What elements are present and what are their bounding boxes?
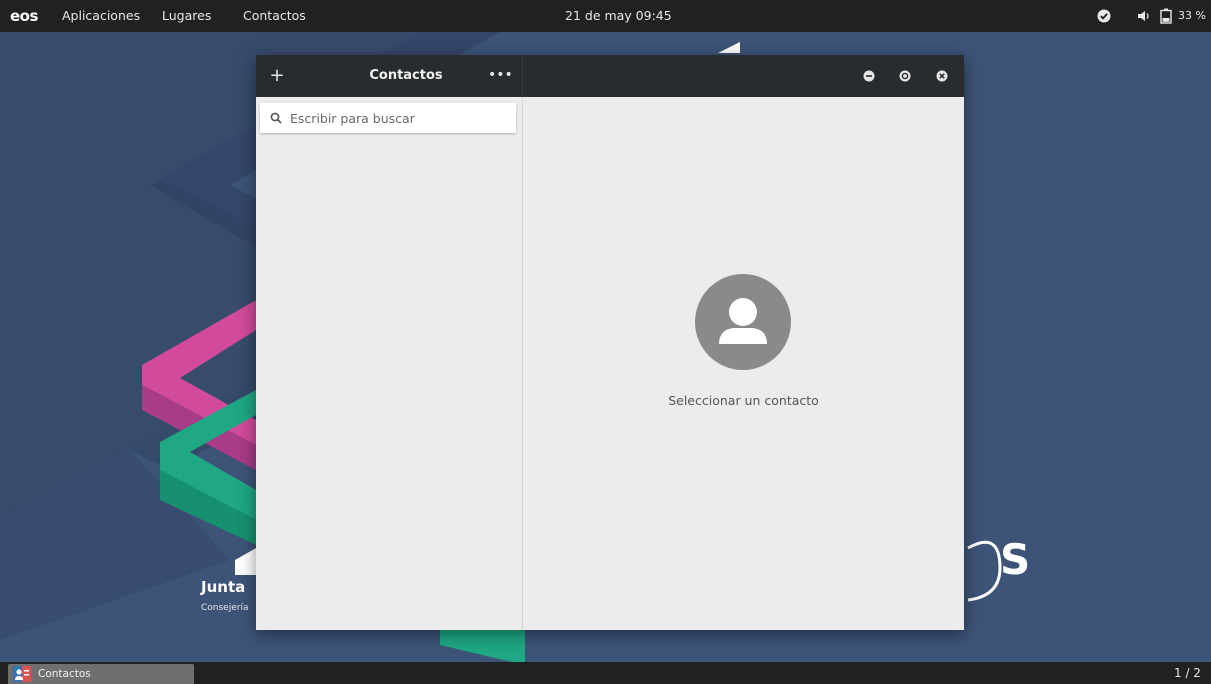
wallpaper-text-consejeria: Consejería (201, 603, 249, 613)
person-avatar-icon (695, 274, 791, 370)
minimize-button[interactable] (862, 69, 876, 83)
contacts-app-icon (13, 666, 31, 682)
headerbar: + Contactos ••• (256, 55, 964, 97)
contacts-sidebar (256, 97, 523, 630)
wallpaper-text-junta: Junta (201, 578, 246, 596)
battery-percentage: 33 % (1178, 9, 1206, 22)
close-button[interactable] (935, 69, 949, 83)
applications-menu[interactable]: Aplicaciones (62, 0, 140, 32)
wallpaper-letter-s: S (1000, 535, 1031, 584)
check-circle-icon[interactable] (1097, 0, 1111, 32)
contacts-window: + Contactos ••• Escribir para buscar Sel… (256, 55, 964, 630)
search-input[interactable] (290, 103, 510, 133)
more-options-button[interactable]: ••• (488, 65, 513, 87)
volume-icon[interactable] (1137, 0, 1151, 32)
headerbar-divider (522, 55, 523, 97)
window-title: Contactos (369, 68, 443, 83)
add-contact-button[interactable]: + (266, 65, 288, 87)
taskbar-item-label: Contactos (38, 668, 91, 680)
eos-logo[interactable]: eos (10, 0, 38, 32)
battery-icon[interactable] (1160, 0, 1172, 32)
plus-icon: + (269, 65, 285, 86)
search-box[interactable] (260, 103, 516, 133)
places-menu[interactable]: Lugares (162, 0, 211, 32)
top-panel: eos Aplicaciones Lugares Contactos 21 de… (0, 0, 1211, 32)
bottom-panel: Contactos 1 / 2 (0, 662, 1211, 684)
more-horizontal-icon: ••• (488, 67, 513, 83)
taskbar-item-contacts[interactable]: Contactos (8, 664, 194, 684)
active-app-menu[interactable]: Contactos (243, 0, 306, 32)
contact-detail-pane: Seleccionar un contacto (523, 97, 964, 630)
empty-state-label: Seleccionar un contacto (668, 393, 819, 408)
clock[interactable]: 21 de may 09:45 (565, 0, 672, 32)
workspace-indicator[interactable]: 1 / 2 (1174, 662, 1201, 684)
maximize-button[interactable] (898, 69, 912, 83)
search-icon (270, 112, 282, 124)
